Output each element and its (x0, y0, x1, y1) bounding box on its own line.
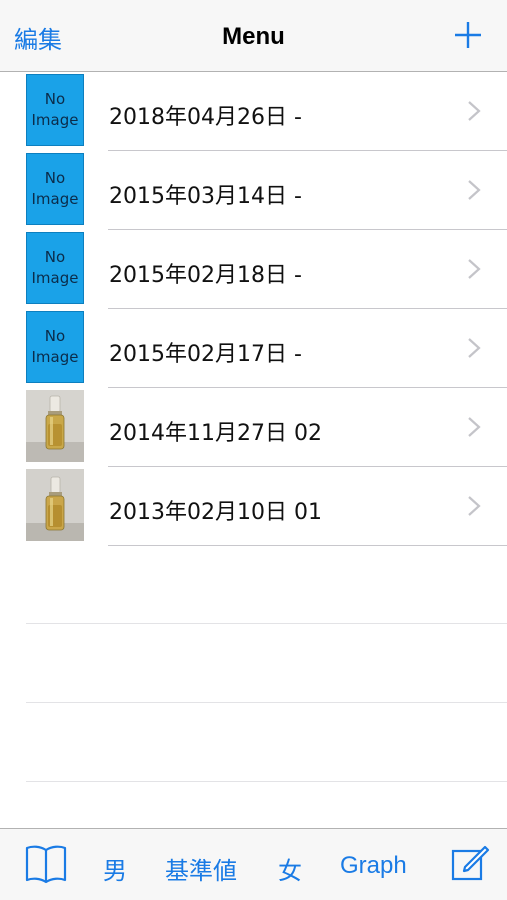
app-screen: 編集 Menu No Image 2018年04月26日 - No Image … (0, 0, 507, 900)
chevron-right-icon (468, 496, 481, 516)
no-image-thumbnail: No Image (26, 74, 84, 146)
list-item[interactable]: 2013年02月10日 01 (0, 467, 507, 546)
record-date: 2015年02月18日 - (109, 263, 302, 288)
bottom-toolbar: 男 基準値 女 Graph (0, 828, 507, 900)
male-button[interactable]: 男 (103, 851, 127, 886)
record-date: 2015年02月17日 - (109, 342, 302, 367)
no-image-thumbnail: No Image (26, 153, 84, 225)
list-item[interactable]: No Image 2018年04月26日 - (0, 72, 507, 151)
list-item[interactable]: No Image 2015年02月17日 - (0, 309, 507, 388)
navigation-bar: 編集 Menu (0, 0, 507, 72)
record-list: No Image 2018年04月26日 - No Image 2015年03月… (0, 72, 507, 546)
no-image-thumbnail: No Image (26, 232, 84, 304)
empty-row-divider (26, 623, 507, 624)
female-button[interactable]: 女 (278, 851, 302, 886)
graph-button[interactable]: Graph (340, 852, 407, 880)
record-date: 2018年04月26日 - (109, 105, 302, 130)
list-item[interactable]: 2014年11月27日 02 (0, 388, 507, 467)
row-divider (108, 545, 507, 546)
record-date: 2013年02月10日 01 (109, 500, 322, 525)
plus-icon[interactable] (453, 20, 483, 50)
no-image-thumbnail: No Image (26, 311, 84, 383)
record-date: 2015年03月14日 - (109, 184, 302, 209)
chevron-right-icon (468, 180, 481, 200)
record-date: 2014年11月27日 02 (109, 421, 322, 446)
chevron-right-icon (468, 338, 481, 358)
list-item[interactable]: No Image 2015年03月14日 - (0, 151, 507, 230)
empty-row-divider (26, 702, 507, 703)
list-item[interactable]: No Image 2015年02月18日 - (0, 230, 507, 309)
bottle-image (26, 390, 84, 462)
chevron-right-icon (468, 101, 481, 121)
chevron-right-icon (468, 259, 481, 279)
compose-icon[interactable] (450, 843, 490, 883)
standard-value-button[interactable]: 基準値 (165, 851, 237, 886)
book-icon[interactable] (24, 844, 68, 884)
page-title: Menu (222, 23, 285, 50)
bottle-image (26, 469, 84, 541)
bottle-photo-thumbnail (26, 469, 84, 541)
chevron-right-icon (468, 417, 481, 437)
bottle-photo-thumbnail (26, 390, 84, 462)
empty-row-divider (26, 781, 507, 782)
